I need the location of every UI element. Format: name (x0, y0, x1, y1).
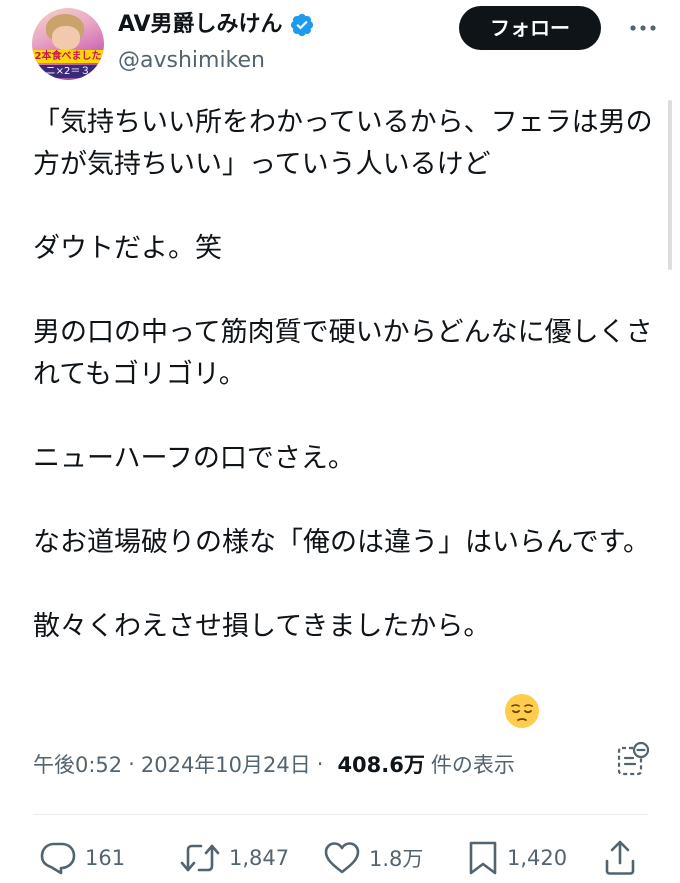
verified-badge-icon (289, 12, 315, 38)
divider (33, 814, 648, 815)
tweet-paragraph: 男の口の中って筋肉質で硬いからどんなに優しくされてもゴリゴリ。 (33, 317, 653, 390)
retweet-icon (179, 840, 221, 876)
tweet-text: 「気持ちいい所をわかっているから、フェラは男の方が気持ちいい」っていう人いるけど… (33, 102, 653, 728)
action-bar: 161 1,847 1.8万 1,420 (33, 836, 643, 880)
views-label: 件の表示 (430, 753, 515, 777)
heart-icon (323, 840, 361, 876)
tweet-time[interactable]: 午後0:52 (33, 749, 122, 779)
more-dots-icon[interactable] (628, 16, 658, 40)
bookmark-count: 1,420 (507, 846, 568, 870)
like-count: 1.8万 (369, 847, 424, 871)
pensive-face-emoji-icon (504, 609, 540, 728)
reply-button[interactable]: 161 (39, 836, 125, 880)
retweet-button[interactable]: 1,847 (179, 836, 289, 880)
tweet-date[interactable]: 2024年10月24日 (141, 749, 311, 779)
tweet-paragraph-last: 散々くわえさせ損してきましたから。 (33, 606, 653, 728)
tweet-paragraph: 「気持ちいい所をわかっているから、フェラは男の方が気持ちいい」っていう人いるけど (33, 107, 653, 180)
tweet-paragraph: ダウトだよ。笑 (33, 233, 222, 264)
meta-separator: · (128, 752, 135, 776)
user-handle[interactable]: @avshimiken (118, 46, 265, 76)
bookmark-button[interactable]: 1,420 (467, 836, 567, 880)
tweet-page: 2本食べました ニ×2＝３ AV男爵しみけん @avshimiken フォロー … (0, 0, 680, 883)
retweet-count: 1,847 (229, 846, 290, 870)
like-button[interactable]: 1.8万 (323, 836, 423, 880)
tweet-paragraph: なお道場破りの様な「俺のは違う」はいらんです。 (33, 527, 650, 558)
meta-separator: · (316, 752, 324, 776)
avatar-caption-2: ニ×2＝３ (32, 65, 104, 78)
avatar[interactable]: 2本食べました ニ×2＝３ (32, 8, 104, 80)
reply-count: 161 (85, 846, 126, 870)
tweet-paragraph-text: 散々くわえさせ損してきましたから。 (33, 611, 491, 642)
share-button[interactable] (603, 836, 637, 880)
views-count: 408.6万 (337, 753, 425, 777)
display-name[interactable]: AV男爵しみけん (118, 10, 283, 40)
bookmark-icon (467, 839, 499, 877)
share-icon (603, 839, 637, 877)
scrollbar[interactable] (668, 100, 672, 270)
tweet-meta: 午後0:52 · 2024年10月24日 · 408.6万 件の表示 (33, 741, 663, 784)
avatar-face (52, 26, 80, 50)
avatar-caption: 2本食べました (32, 50, 104, 63)
tweet-paragraph: ニューハーフの口でさえ。 (33, 443, 355, 474)
tweet-header: 2本食べました ニ×2＝３ AV男爵しみけん @avshimiken フォロー (32, 6, 662, 82)
name-row: AV男爵しみけん (118, 8, 315, 42)
analytics-icon[interactable] (615, 740, 651, 778)
follow-button[interactable]: フォロー (459, 6, 601, 50)
reply-icon (39, 840, 77, 876)
